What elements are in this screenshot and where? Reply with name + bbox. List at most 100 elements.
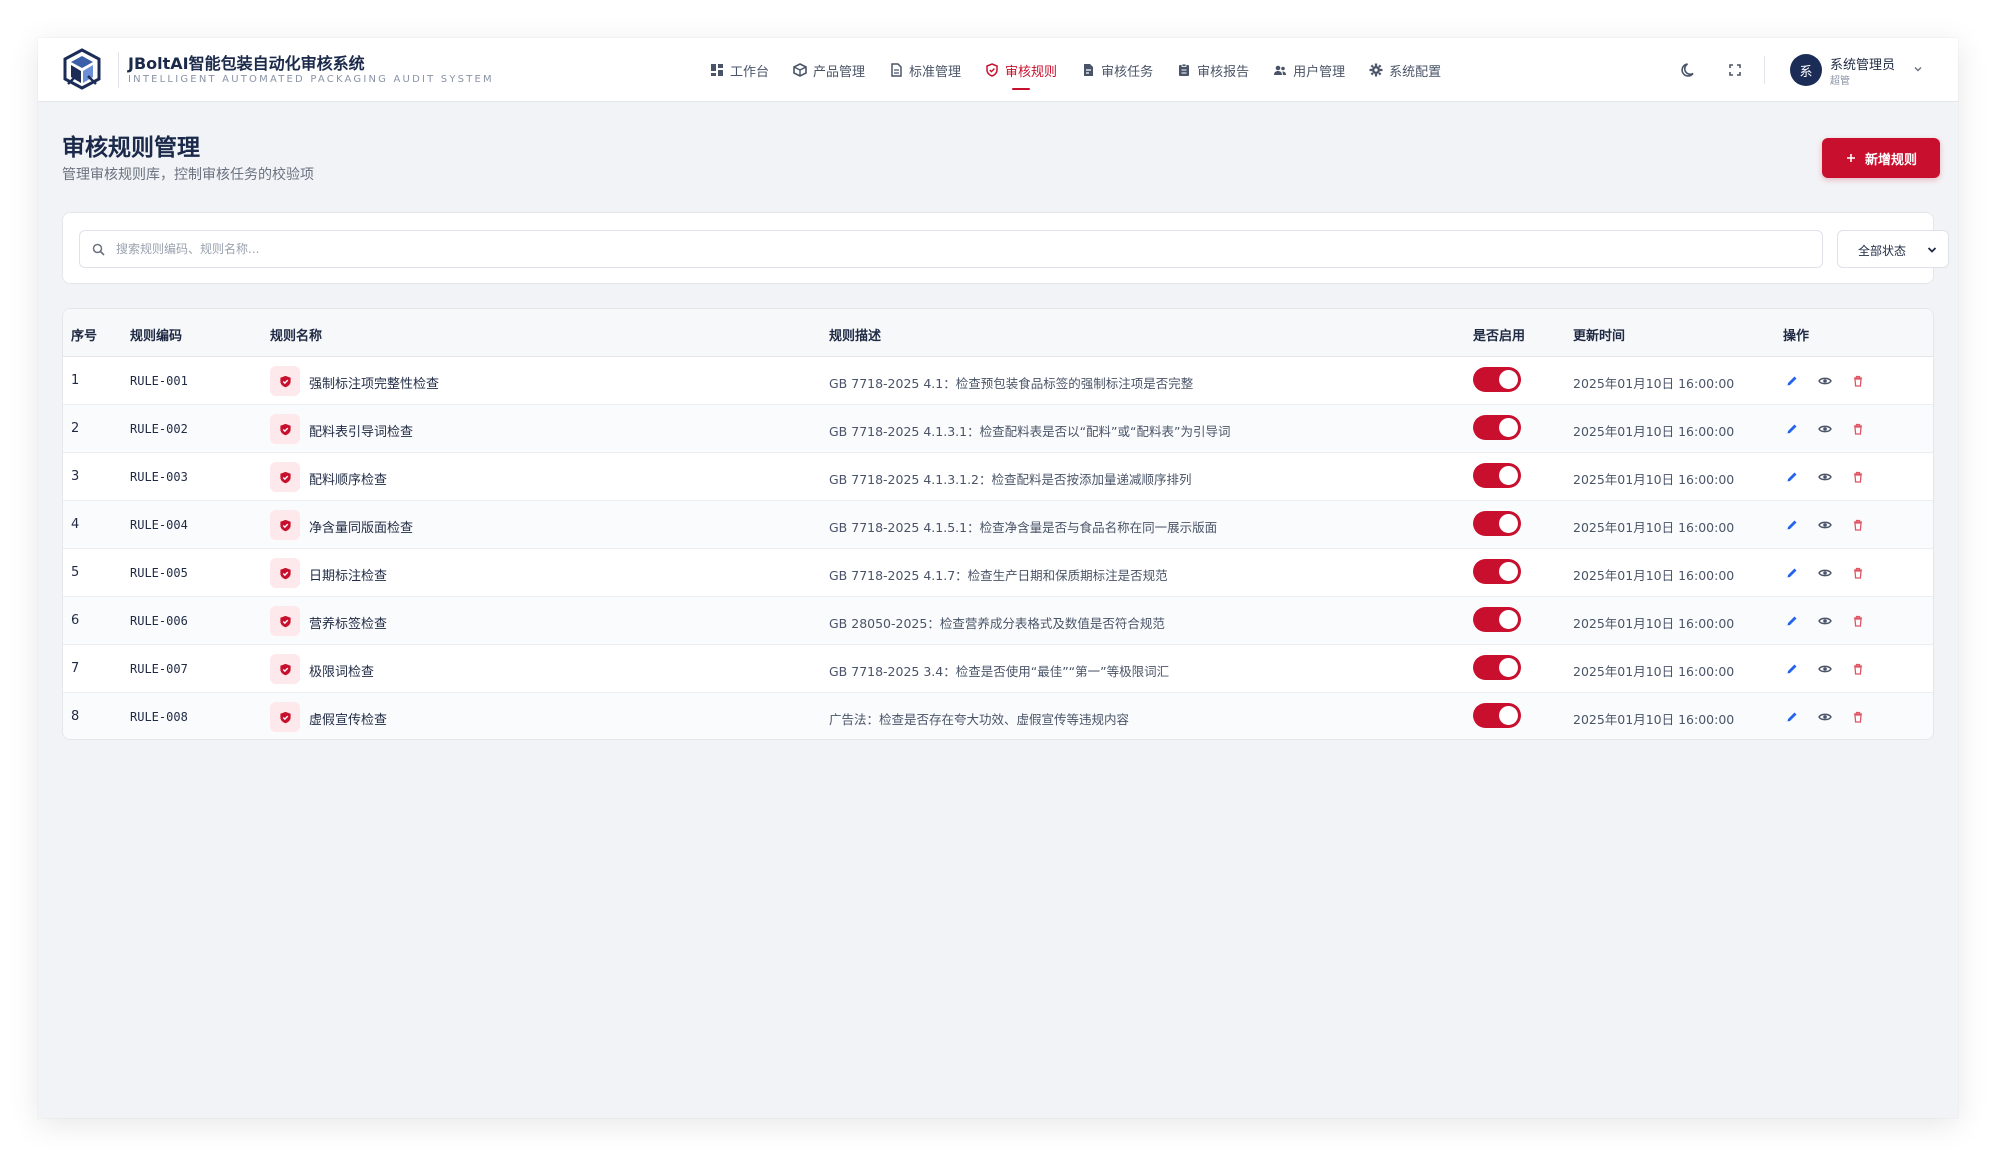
table-row: 4 RULE-004 净含量同版面检查 GB 7718-2025 4.1.5.1：检查…	[63, 501, 1933, 549]
enabled-toggle[interactable]	[1473, 655, 1521, 680]
edit-icon[interactable]	[1785, 565, 1801, 581]
nav-item-settings[interactable]: 系统配置	[1359, 38, 1451, 102]
rule-shield-badge	[270, 462, 300, 492]
nav-label: 工作台	[730, 64, 770, 80]
enabled-toggle[interactable]	[1473, 559, 1521, 584]
user-name[interactable]: 系统管理员	[1830, 54, 1895, 73]
rule-description: GB 7718-2025 4.1：检查预包装食品标签的强制标注项是否完整	[829, 376, 1194, 391]
rule-shield-badge	[270, 702, 300, 732]
rule-shield-badge	[270, 510, 300, 540]
view-icon[interactable]	[1818, 421, 1834, 437]
plus-icon	[1846, 154, 1855, 162]
edit-icon[interactable]	[1785, 469, 1801, 485]
nav-item-audit-rules[interactable]: 审核规则	[975, 38, 1067, 102]
delete-icon[interactable]	[1851, 469, 1867, 485]
delete-icon[interactable]	[1851, 565, 1867, 581]
nav-item-products[interactable]: 产品管理	[783, 38, 875, 102]
edit-icon[interactable]	[1785, 709, 1801, 725]
view-icon[interactable]	[1818, 565, 1834, 581]
rule-code: RULE-006	[130, 614, 188, 628]
avatar[interactable]: 系	[1790, 54, 1822, 86]
table-row: 7 RULE-007 极限词检查 GB 7718-2025 3.4：检查是否使用“最佳…	[63, 645, 1933, 693]
rule-name: 配料顺序检查	[309, 473, 388, 488]
row-index: 5	[71, 565, 80, 580]
nav-item-standards[interactable]: 标准管理	[879, 38, 971, 102]
fullscreen-icon[interactable]	[1725, 60, 1745, 80]
view-icon[interactable]	[1818, 373, 1834, 389]
delete-icon[interactable]	[1851, 421, 1867, 437]
view-icon[interactable]	[1818, 661, 1834, 677]
updated-time: 2025年01月10日 16:00:00	[1573, 376, 1735, 391]
edit-icon[interactable]	[1785, 373, 1801, 389]
rule-shield-badge	[270, 606, 300, 636]
filter-bar: 全部状态	[62, 212, 1949, 284]
chevron-down-icon	[1927, 247, 1937, 253]
cube-icon	[793, 63, 807, 77]
updated-time: 2025年01月10日 16:00:00	[1573, 424, 1735, 439]
search-input[interactable]	[116, 231, 1816, 267]
shield-check-icon	[279, 519, 291, 531]
enabled-toggle[interactable]	[1473, 415, 1521, 440]
toggle-knob	[1499, 706, 1518, 725]
rule-shield-badge	[270, 558, 300, 588]
view-icon[interactable]	[1818, 709, 1834, 725]
delete-icon[interactable]	[1851, 517, 1867, 533]
toggle-knob	[1499, 658, 1518, 677]
delete-icon[interactable]	[1851, 661, 1867, 677]
rule-description: GB 7718-2025 4.1.5.1：检查净含量是否与食品名称在同一展示版面	[829, 520, 1218, 535]
nav-label: 用户管理	[1293, 64, 1346, 80]
enabled-toggle[interactable]	[1473, 367, 1521, 392]
updated-time: 2025年01月10日 16:00:00	[1573, 472, 1735, 487]
add-rule-button[interactable]: 新增规则	[1822, 138, 1940, 178]
search-icon	[92, 243, 105, 256]
table-row: 1 RULE-001 强制标注项完整性检查 GB 7718-2025 4.1：检查预包…	[63, 357, 1933, 405]
enabled-toggle[interactable]	[1473, 703, 1521, 728]
rule-code: RULE-008	[130, 710, 188, 724]
column-header: 规则编码	[130, 329, 183, 344]
brand-subtitle: INTELLIGENT AUTOMATED PACKAGING AUDIT SY…	[128, 74, 494, 85]
moon-icon[interactable]	[1679, 60, 1699, 80]
nav-item-audit-reports[interactable]: 审核报告	[1167, 38, 1259, 102]
view-icon[interactable]	[1818, 469, 1834, 485]
delete-icon[interactable]	[1851, 373, 1867, 389]
delete-icon[interactable]	[1851, 613, 1867, 629]
toggle-knob	[1499, 370, 1518, 389]
column-header: 规则名称	[270, 329, 323, 344]
enabled-toggle[interactable]	[1473, 511, 1521, 536]
view-icon[interactable]	[1818, 613, 1834, 629]
status-select[interactable]: 全部状态	[1837, 230, 1949, 268]
edit-icon[interactable]	[1785, 661, 1801, 677]
nav-item-workbench[interactable]: 工作台	[700, 38, 779, 102]
nav-item-audit-tasks[interactable]: 审核任务	[1071, 38, 1163, 102]
enabled-toggle[interactable]	[1473, 607, 1521, 632]
rule-name: 净含量同版面检查	[309, 521, 414, 536]
rules-table: 序号 规则编码 规则名称 规则描述 是否启用 更新时间 操作 1 RULE-001…	[62, 308, 1934, 740]
toggle-knob	[1499, 418, 1518, 437]
rule-code: RULE-003	[130, 470, 188, 484]
rule-description: GB 28050-2025：检查营养成分表格式及数值是否符合规范	[829, 616, 1165, 631]
shield-check-icon	[279, 663, 291, 675]
page-subtitle: 管理审核规则库，控制审核任务的校验项	[62, 167, 314, 183]
status-select-value: 全部状态	[1858, 244, 1907, 258]
enabled-toggle[interactable]	[1473, 463, 1521, 488]
nav-label: 系统配置	[1389, 64, 1442, 80]
page-title: 审核规则管理	[62, 135, 200, 161]
chevron-down-icon[interactable]	[1912, 63, 1924, 75]
delete-icon[interactable]	[1851, 709, 1867, 725]
nav-label: 审核任务	[1101, 64, 1154, 80]
toggle-knob	[1499, 562, 1518, 581]
edit-icon[interactable]	[1785, 613, 1801, 629]
row-index: 4	[71, 517, 80, 532]
nav-item-users[interactable]: 用户管理	[1263, 38, 1355, 102]
rule-description: 广告法：检查是否存在夸大功效、虚假宣传等违规内容	[829, 712, 1130, 727]
view-icon[interactable]	[1818, 517, 1834, 533]
table-row: 5 RULE-005 日期标注检查 GB 7718-2025 4.1.7：检查生产日期…	[63, 549, 1933, 597]
rule-shield-badge	[270, 366, 300, 396]
search-box	[79, 230, 1823, 268]
rule-description: GB 7718-2025 4.1.7：检查生产日期和保质期标注是否规范	[829, 568, 1168, 583]
edit-icon[interactable]	[1785, 517, 1801, 533]
shield-check-icon	[279, 471, 291, 483]
row-index: 6	[71, 613, 80, 628]
edit-icon[interactable]	[1785, 421, 1801, 437]
rule-shield-badge	[270, 654, 300, 684]
